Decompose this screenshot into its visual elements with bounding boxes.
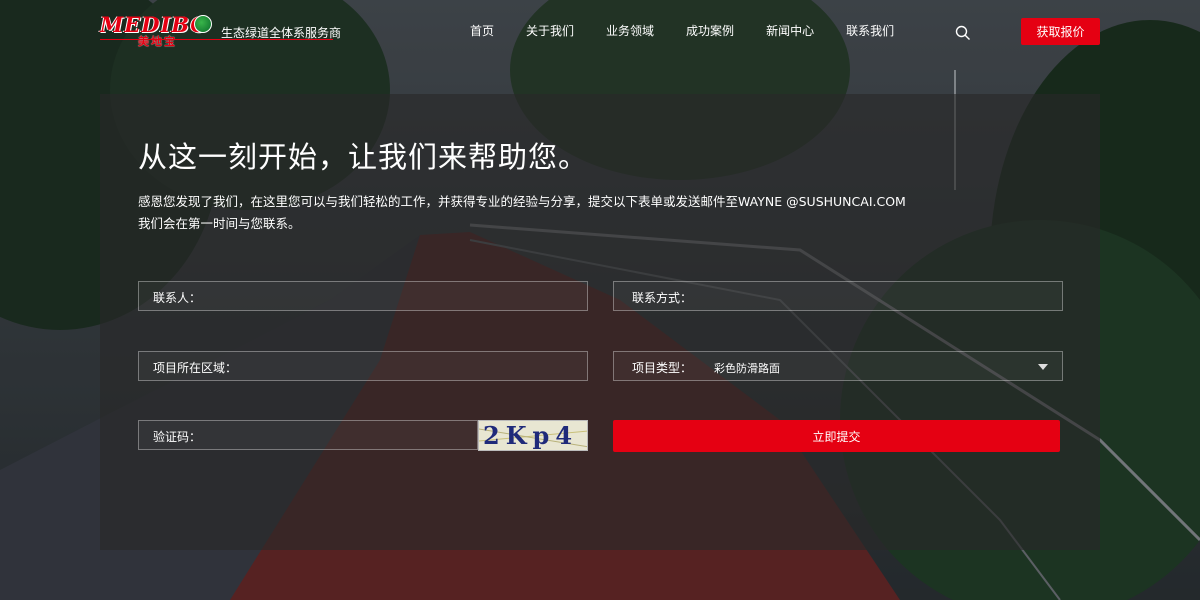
contact-form-panel: 从这一刻开始，让我们来帮助您。 感恩您发现了我们，在这里您可以与我们轻松的工作，… — [100, 94, 1100, 550]
get-quote-button[interactable]: 获取报价 — [1021, 18, 1100, 45]
nav-item-about[interactable]: 关于我们 — [526, 22, 574, 39]
captcha-image[interactable]: 2Kp4 — [478, 420, 588, 451]
intro-line-1: 感恩您发现了我们，在这里您可以与我们轻松的工作，并获得专业的经验与分享，提交以下… — [138, 194, 906, 209]
intro-text: 感恩您发现了我们，在这里您可以与我们轻松的工作，并获得专业的经验与分享，提交以下… — [138, 191, 978, 235]
site-header: MEDIBO 美地宝 生态绿道全体系服务商 首页 关于我们 业务领域 成功案例 … — [0, 0, 1200, 62]
search-icon[interactable] — [955, 25, 971, 41]
nav-item-business[interactable]: 业务领域 — [606, 22, 654, 39]
submit-button[interactable]: 立即提交 — [613, 420, 1060, 452]
contact-person-input[interactable] — [229, 282, 581, 312]
project-region-label: 项目所在区域： — [153, 361, 238, 375]
logo-chinese-name: 美地宝 — [138, 35, 177, 48]
contact-method-label: 联系方式： — [632, 291, 693, 305]
contact-person-field[interactable]: 联系人： — [138, 281, 588, 312]
intro-line-2: 我们会在第一时间与您联系。 — [138, 216, 301, 231]
contact-method-field[interactable]: 联系方式： — [613, 281, 1063, 312]
brand-logo[interactable]: MEDIBO 美地宝 生态绿道全体系服务商 — [100, 12, 341, 48]
captcha-field[interactable]: 验证码： — [138, 420, 478, 451]
project-region-input[interactable] — [249, 352, 581, 382]
captcha-input[interactable] — [219, 421, 471, 451]
chevron-down-icon — [1038, 364, 1048, 370]
logo-globe-icon — [194, 15, 212, 33]
project-type-select[interactable]: 项目类型： 彩色防滑路面 — [613, 351, 1063, 381]
project-type-value: 彩色防滑路面 — [714, 362, 780, 375]
nav-item-contact[interactable]: 联系我们 — [846, 22, 894, 39]
page-title: 从这一刻开始，让我们来帮助您。 — [138, 140, 589, 174]
project-region-field[interactable]: 项目所在区域： — [138, 351, 588, 382]
main-nav: 首页 关于我们 业务领域 成功案例 新闻中心 联系我们 — [470, 22, 894, 39]
nav-item-news[interactable]: 新闻中心 — [766, 22, 814, 39]
contact-method-input[interactable] — [714, 282, 1056, 312]
nav-item-home[interactable]: 首页 — [470, 22, 494, 39]
nav-item-cases[interactable]: 成功案例 — [686, 22, 734, 39]
contact-person-label: 联系人： — [153, 291, 202, 305]
project-type-label: 项目类型： — [632, 361, 693, 375]
brand-slogan: 生态绿道全体系服务商 — [221, 26, 342, 40]
captcha-text: 2Kp4 — [483, 421, 579, 450]
captcha-label: 验证码： — [153, 430, 202, 444]
